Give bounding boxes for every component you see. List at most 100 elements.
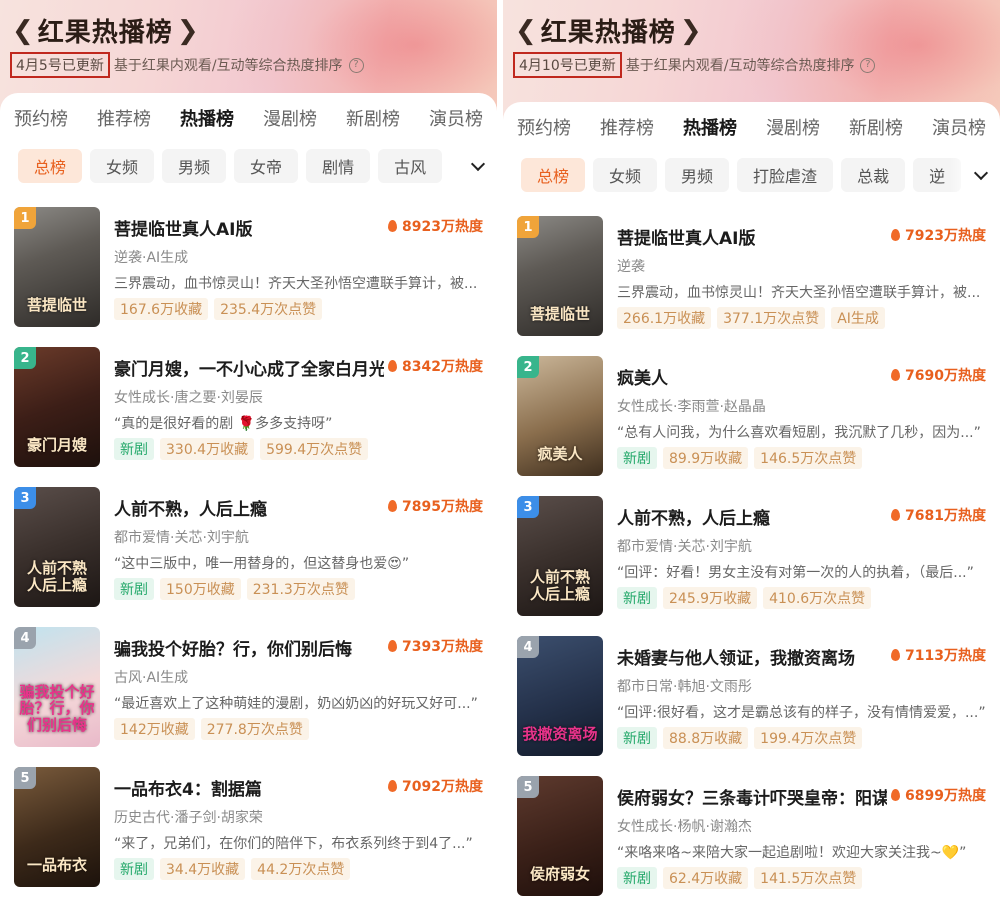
tab-0[interactable]: 预约榜	[517, 114, 571, 140]
drama-title[interactable]: 一品布衣4：割据篇	[114, 775, 262, 800]
rank-badge: 5	[517, 776, 539, 798]
list-item[interactable]: 2 豪门月嫂 豪门月嫂，一不小心成了全家白月光 8342万热度 女性成长·唐之要·刘晏辰…	[0, 347, 497, 487]
new-badge: 新剧	[617, 587, 657, 609]
drama-poster[interactable]: 5 一品布衣	[14, 767, 100, 887]
flame-icon	[891, 369, 901, 381]
stat-badge: 266.1万收藏	[617, 307, 712, 329]
list-item[interactable]: 5 侯府弱女 侯府弱女？三条毒计吓哭皇帝：阳谋 6899万热度 女性成长·杨帆·谢瀚杰 “…	[503, 776, 1000, 905]
tab-4[interactable]: 新剧榜	[346, 105, 400, 131]
tab-2[interactable]: 热播榜	[683, 114, 737, 140]
drama-title[interactable]: 疯美人	[617, 364, 668, 389]
poster-title-art: 侯府弱女	[529, 864, 590, 883]
chip-2[interactable]: 男频	[162, 149, 227, 183]
flame-icon	[388, 640, 398, 652]
drama-poster[interactable]: 5 侯府弱女	[517, 776, 603, 896]
flame-icon	[388, 220, 398, 232]
expand-chips-button[interactable]	[447, 143, 497, 189]
drama-poster[interactable]: 4 骗我投个好胎？行，你们别后悔	[14, 627, 100, 747]
drama-poster[interactable]: 2 疯美人	[517, 356, 603, 476]
drama-poster[interactable]: 4 我撤资离场	[517, 636, 603, 756]
chip-1[interactable]: 女频	[593, 158, 658, 192]
drama-title[interactable]: 人前不熟，人后上瘾	[114, 495, 267, 520]
info-icon[interactable]: ?	[348, 57, 364, 73]
list-item[interactable]: 1 菩提临世 菩提临世真人AI版 8923万热度 逆袭·AI生成 三界震动，血书惊灵山！齐…	[0, 207, 497, 347]
chip-3[interactable]: 女帝	[234, 149, 299, 183]
chip-4[interactable]: 总裁	[841, 158, 906, 192]
title-row: ❮ 红果热播榜 ❯	[12, 12, 199, 49]
chip-3[interactable]: 打脸虐渣	[737, 158, 834, 192]
tab-5[interactable]: 演员榜	[932, 114, 986, 140]
new-badge: 新剧	[114, 578, 154, 600]
drama-comment: “来咯来咯~来陪大家一起追剧啦！欢迎大家关注我~💛”	[617, 845, 967, 861]
drama-stats: 167.6万收藏 235.4万次点赞	[114, 298, 328, 320]
chip-0[interactable]: 总榜	[18, 149, 83, 183]
list-item[interactable]: 3 人前不熟 人后上瘾 人前不熟，人后上瘾 7681万热度 都市爱情·关芯·刘宇航 “回评…	[503, 496, 1000, 636]
flame-icon	[388, 500, 398, 512]
tab-2[interactable]: 热播榜	[180, 105, 234, 131]
ranking-tabs: 预约榜 推荐榜 热播榜 漫剧榜 新剧榜 演员榜	[0, 93, 497, 143]
drama-title[interactable]: 人前不熟，人后上瘾	[617, 504, 770, 529]
drama-title[interactable]: 豪门月嫂，一不小心成了全家白月光	[114, 355, 384, 380]
drama-title[interactable]: 未婚妻与他人领证，我撤资离场	[617, 644, 855, 669]
stat-badge: 150万收藏	[160, 578, 241, 600]
flame-icon	[891, 789, 901, 801]
stat-badge: 88.8万收藏	[663, 727, 749, 749]
category-chips: 总榜 女频 男频 女帝 剧情 古风	[0, 143, 497, 189]
expand-chips-button[interactable]	[950, 152, 1000, 198]
heat-value: 7092万热度	[402, 779, 483, 795]
heat-value: 7895万热度	[402, 499, 483, 515]
drama-comment: “总有人问我，为什么喜欢看短剧，我沉默了几秒，因为...”	[617, 425, 981, 441]
drama-poster[interactable]: 1 菩提临世	[517, 216, 603, 336]
list-item[interactable]: 4 骗我投个好胎？行，你们别后悔 骗我投个好胎？行，你们别后悔 7393万热度 古风·A…	[0, 627, 497, 767]
drama-poster[interactable]: 3 人前不熟 人后上瘾	[14, 487, 100, 607]
drama-tags: 逆袭	[617, 259, 645, 275]
heat-score: 7690万热度	[891, 365, 986, 385]
list-item[interactable]: 1 菩提临世 菩提临世真人AI版 7923万热度 逆袭 三界震动，血书惊灵山！齐天大圣孙悟…	[503, 216, 1000, 356]
stat-badge: 231.3万次点赞	[246, 578, 355, 600]
subtitle-row: 4月5号已更新 基于红果内观看/互动等综合热度排序?	[10, 52, 364, 78]
tab-4[interactable]: 新剧榜	[849, 114, 903, 140]
drama-tags: 逆袭·AI生成	[114, 250, 189, 266]
drama-stats: 新剧 88.8万收藏 199.4万次点赞	[617, 727, 868, 749]
poster-title-art: 菩提临世	[529, 304, 590, 323]
info-icon[interactable]: ?	[860, 57, 876, 73]
tab-5[interactable]: 演员榜	[429, 105, 483, 131]
list-item[interactable]: 5 一品布衣 一品布衣4：割据篇 7092万热度 历史古代·潘子剑·胡家荣 “来了，兄弟们…	[0, 767, 497, 905]
tab-1[interactable]: 推荐榜	[97, 105, 151, 131]
tab-3[interactable]: 漫剧榜	[766, 114, 820, 140]
laurel-left-icon: ❮	[12, 15, 34, 46]
drama-stats: 新剧 330.4万收藏 599.4万次点赞	[114, 438, 374, 460]
tab-3[interactable]: 漫剧榜	[263, 105, 317, 131]
drama-poster[interactable]: 3 人前不熟 人后上瘾	[517, 496, 603, 616]
stat-badge: 245.9万收藏	[663, 587, 758, 609]
drama-comment: “回评:很好看，这才是霸总该有的样子，没有情情爱爱，...”	[617, 705, 986, 721]
drama-title[interactable]: 菩提临世真人AI版	[114, 215, 252, 240]
drama-tags: 女性成长·杨帆·谢瀚杰	[617, 819, 752, 835]
chip-0[interactable]: 总榜	[521, 158, 586, 192]
drama-comment: “真的是很好看的剧 🌹多多支持呀”	[114, 416, 333, 432]
drama-tags: 都市爱情·关芯·刘宇航	[114, 530, 249, 546]
right-panel: ❮ 红果热播榜 ❯ 4月10号已更新 基于红果内观看/互动等综合热度排序? 预约榜 推荐榜 热…	[503, 0, 1000, 905]
drama-stats: 新剧 89.9万收藏 146.5万次点赞	[617, 447, 868, 469]
chevron-down-icon	[470, 156, 486, 172]
drama-poster[interactable]: 2 豪门月嫂	[14, 347, 100, 467]
list-item[interactable]: 4 我撤资离场 未婚妻与他人领证，我撤资离场 7113万热度 都市日常·韩旭·文雨彤 “回…	[503, 636, 1000, 776]
list-item[interactable]: 3 人前不熟 人后上瘾 人前不熟，人后上瘾 7895万热度都市爱情·关芯·刘宇航 “这中…	[0, 487, 497, 627]
drama-poster[interactable]: 1 菩提临世	[14, 207, 100, 327]
left-panel: ❮ 红果热播榜 ❯ 4月5号已更新 基于红果内观看/互动等综合热度排序? 预约榜 推荐榜 热播…	[0, 0, 497, 905]
chip-5[interactable]: 古风	[378, 149, 443, 183]
chip-4[interactable]: 剧情	[306, 149, 371, 183]
laurel-left-icon: ❮	[515, 15, 537, 46]
tab-1[interactable]: 推荐榜	[600, 114, 654, 140]
chip-1[interactable]: 女频	[90, 149, 155, 183]
stat-badge: 89.9万收藏	[663, 447, 749, 469]
chip-2[interactable]: 男频	[665, 158, 730, 192]
list-item[interactable]: 2 疯美人 疯美人 7690万热度 女性成长·李雨萱·赵晶晶 “总有人问我，为什么喜欢看短…	[503, 356, 1000, 496]
tab-0[interactable]: 预约榜	[14, 105, 68, 131]
drama-title[interactable]: 侯府弱女？三条毒计吓哭皇帝：阳谋	[617, 784, 887, 809]
drama-title[interactable]: 骗我投个好胎？行，你们别后悔	[114, 635, 352, 660]
drama-comment: “这中三版中，唯一用替身的，但这替身也爱😍”	[114, 556, 410, 572]
new-badge: 新剧	[617, 447, 657, 469]
drama-title[interactable]: 菩提临世真人AI版	[617, 224, 755, 249]
drama-tags: 女性成长·唐之要·刘晏辰	[114, 390, 263, 406]
